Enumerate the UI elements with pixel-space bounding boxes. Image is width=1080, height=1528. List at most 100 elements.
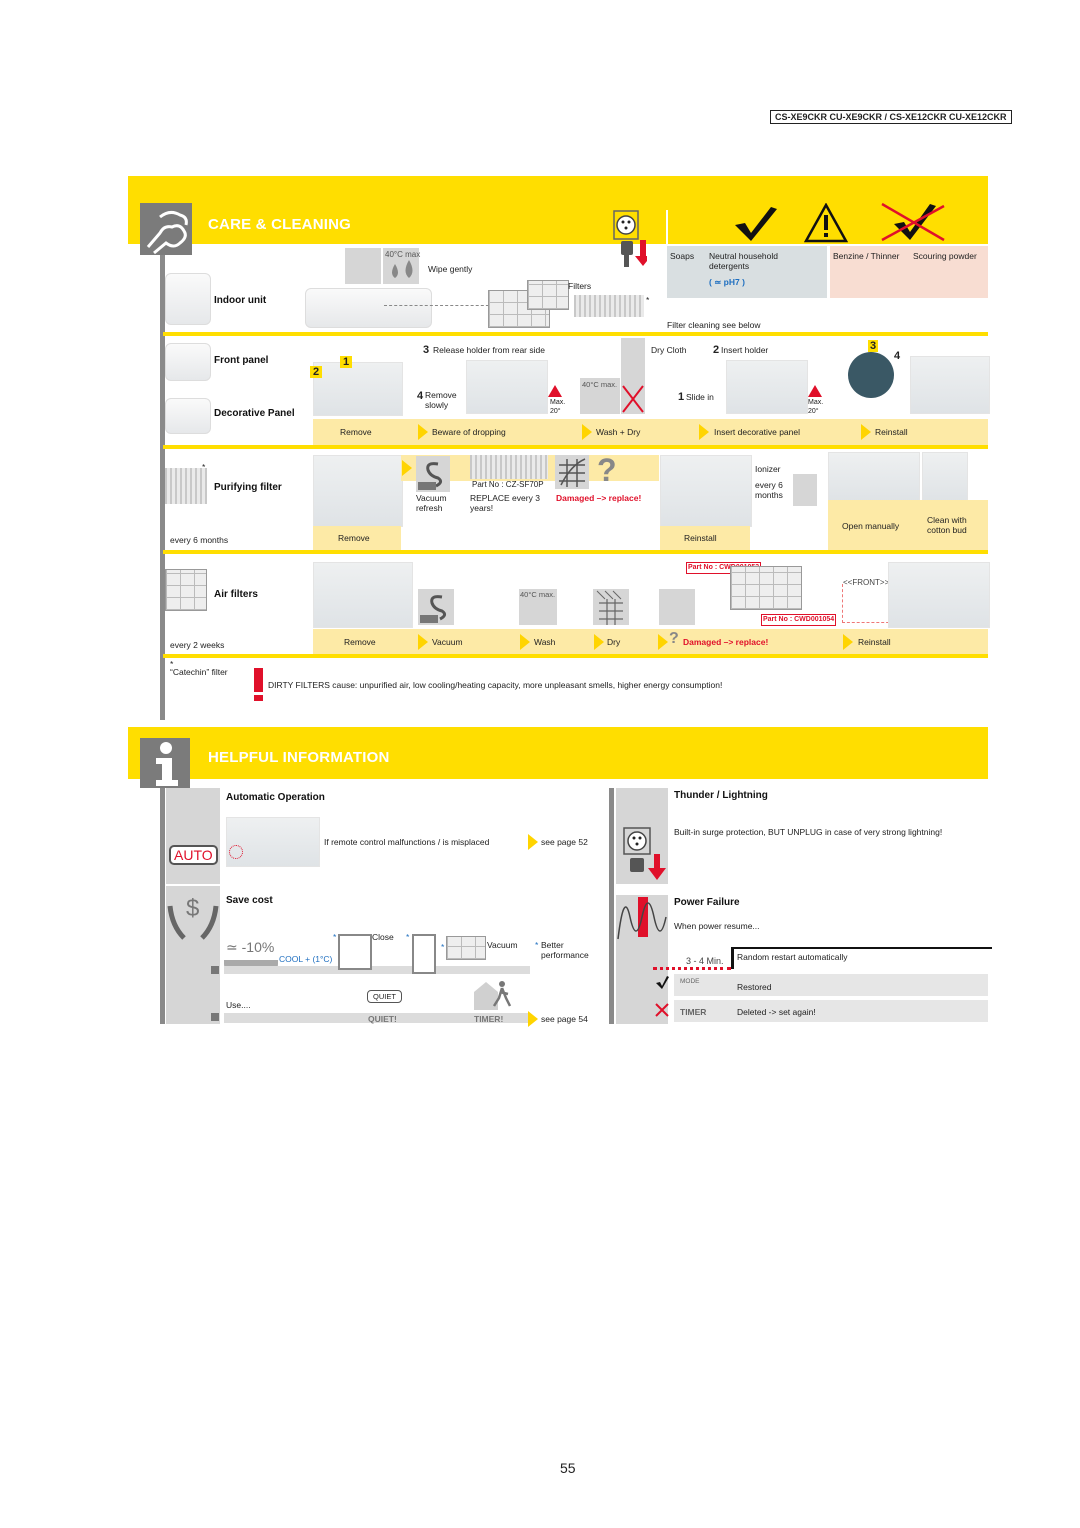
cross-icon [655, 1003, 669, 1022]
step-4-number: 4 [417, 390, 424, 402]
money-hands-icon: $ [167, 895, 219, 940]
purify-remove-photo [313, 455, 403, 527]
timer-label: TIMER [680, 1007, 707, 1017]
thunder-text: Built-in surge protection, BUT UNPLUG in… [674, 827, 943, 837]
dirty-filters-warning: DIRTY FILTERS cause: unpurified air, low… [268, 680, 723, 690]
front-panel-thumb [165, 343, 211, 381]
purifying-filter-thumb [165, 468, 207, 504]
save-icon-panel: $ [166, 886, 220, 1024]
info-icon [140, 738, 190, 788]
auto-button-marker [229, 845, 243, 859]
quiet-mode-label: QUIET! [368, 1014, 397, 1024]
dry-cloth-label: Dry Cloth [651, 345, 687, 355]
row-divider [163, 550, 988, 554]
wash-temp-label: 40°C max. [582, 380, 618, 389]
filters-label: Filters [568, 281, 592, 291]
air-damaged-label: Damaged –> replace! [683, 637, 769, 647]
exclamation-icon [254, 668, 263, 701]
save-cost-heading: Save cost [226, 895, 273, 906]
slide-1-number: 1 [678, 391, 685, 403]
air-step-reinstall: Reinstall [858, 637, 891, 647]
auto-see-page-link[interactable]: see page 52 [541, 837, 588, 847]
purify-filter-image [470, 455, 548, 479]
power-heading: Power Failure [674, 897, 740, 908]
svg-text:$: $ [186, 895, 199, 922]
see-page-arrow-icon [528, 1011, 538, 1027]
timer-mode-label: TIMER! [474, 1014, 504, 1024]
vacuum-refresh-label: Vacuum refresh [416, 493, 447, 513]
damaged-filter-icon [555, 455, 589, 489]
step-arrow-icon [843, 634, 853, 650]
close-door-icon [412, 934, 436, 974]
save-bar-2-marker [211, 1013, 219, 1021]
part-no-cwd001054: Part No : CWD001054 [761, 614, 837, 626]
purifying-frequency: every 6 months [170, 535, 229, 545]
restored-row [674, 974, 988, 996]
air-step-wash: Wash [534, 637, 556, 647]
row-divider [163, 332, 988, 336]
step-1-marker: 1 [340, 356, 353, 368]
step-4-text: Remove slowly [425, 390, 457, 410]
asterisk: * [406, 932, 410, 942]
restart-dotted-line [653, 967, 731, 970]
reinstall-4-marker: 4 [894, 350, 901, 362]
care-header-band [128, 176, 988, 244]
benzine-label: Benzine / Thinner [833, 251, 900, 261]
scouring-label: Scouring powder [913, 251, 977, 261]
ionizer-open-photo [828, 452, 920, 502]
asterisk: * [646, 295, 650, 305]
step-arrow-icon [520, 634, 530, 650]
air-filter-thumb [165, 569, 207, 611]
clean-cotton-label: Clean with cotton bud [927, 515, 967, 535]
cleaning-hand-icon [140, 203, 192, 255]
panel-step-insert: Insert decorative panel [714, 427, 800, 437]
indoor-unit-label: Indoor unit [214, 295, 267, 306]
see-page-arrow-icon [528, 834, 538, 850]
insert-holder-text: Insert holder [721, 345, 769, 355]
row-divider [163, 654, 988, 658]
mode-label: MODE [680, 978, 700, 985]
asterisk: * [441, 942, 445, 952]
ionizer-clean-photo [922, 452, 968, 502]
wipe-gently-label: Wipe gently [428, 264, 473, 274]
save-see-page-link[interactable]: see page 54 [541, 1014, 588, 1024]
air-wash-temp: 40°C max. [520, 590, 556, 599]
step-3-number: 3 [423, 344, 430, 356]
vacuum-label: Vacuum [487, 940, 518, 950]
helpful-vertical-bar [160, 788, 165, 1024]
step-arrow-icon [658, 634, 668, 650]
step-3-text: Release holder from rear side [433, 345, 545, 355]
panel-step-remove: Remove [340, 427, 372, 437]
auto-badge: AUTO [169, 845, 218, 865]
helpful-title: HELPFUL INFORMATION [208, 749, 390, 766]
restart-text: Random restart automatically [737, 952, 848, 962]
save-pct: ≃ -10% [226, 939, 275, 955]
auto-text: If remote control malfunctions / is misp… [324, 837, 490, 847]
detergents-label: Neutral household detergents [709, 251, 778, 271]
indoor-unit-image [305, 288, 432, 328]
quiet-button-icon: QUIET [367, 990, 402, 1003]
cool-setting: COOL + (1°C) [279, 954, 333, 964]
reinstall-clip-photo [848, 352, 894, 398]
decorative-panel-thumb [165, 398, 211, 434]
thunder-vertical-bar [609, 788, 614, 1024]
dashed-leader [384, 305, 494, 306]
deleted-label: Deleted -> set again! [737, 1007, 816, 1017]
purifying-filter-label: Purifying filter [214, 482, 282, 493]
decorative-panel-label: Decorative Panel [214, 408, 295, 419]
insert-2-number: 2 [713, 344, 720, 356]
power-resume: When power resume... [674, 921, 760, 931]
air-step-dry: Dry [607, 637, 621, 647]
step-arrow-icon [418, 634, 428, 650]
remove-panel-photo [313, 362, 403, 416]
air-remove-photo [313, 562, 413, 628]
power-wave-icon [617, 897, 667, 940]
air-filters-label: Air filters [214, 589, 258, 600]
holder-release-photo [466, 360, 548, 414]
purify-replace: REPLACE every 3 years! [470, 493, 540, 513]
temp-40-label: 40°C max [385, 250, 421, 259]
air-filter-image-2 [527, 280, 569, 310]
restart-delay: 3 - 4 Min. [686, 956, 724, 966]
unplug-icon [611, 210, 651, 272]
unplug-icon [623, 827, 666, 880]
